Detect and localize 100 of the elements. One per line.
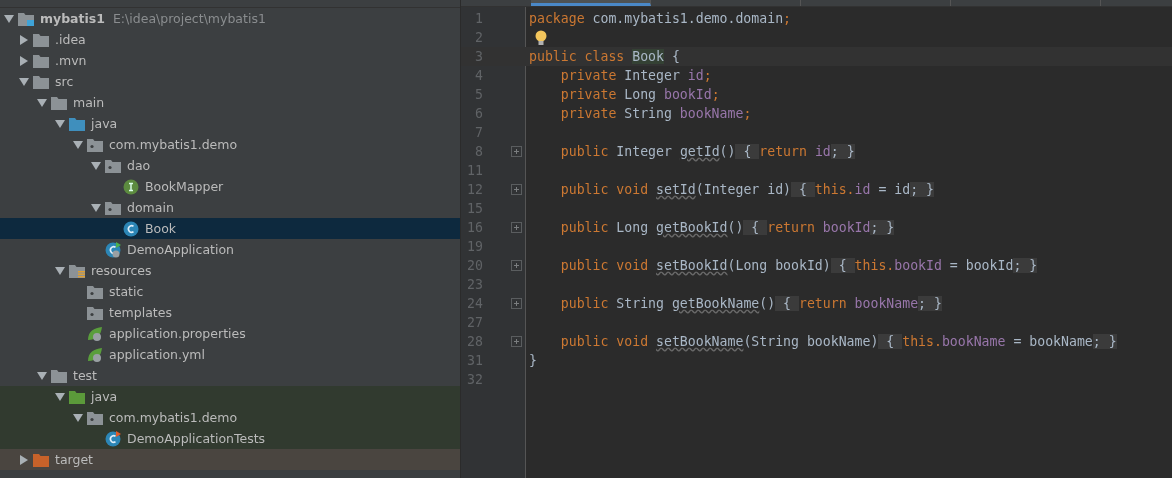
expand-arrow-icon[interactable] [55, 392, 65, 401]
expand-fold-icon[interactable] [510, 260, 522, 271]
code-line: public class Book { [529, 49, 680, 64]
tree-item[interactable]: domain [0, 197, 460, 218]
expand-fold-icon[interactable] [510, 184, 522, 195]
folder-icon [18, 11, 34, 26]
collapse-arrow-icon[interactable] [20, 454, 28, 465]
tree-label: java [91, 389, 118, 404]
collapse-arrow-icon[interactable] [20, 55, 28, 66]
tree-label: resources [91, 263, 152, 278]
package-icon [105, 158, 121, 173]
expand-arrow-icon[interactable] [4, 14, 14, 23]
tree-item[interactable]: main [0, 92, 460, 113]
expand-arrow-icon[interactable] [37, 98, 47, 107]
folder-icon [51, 95, 67, 110]
tree-label: java [91, 116, 118, 131]
folder-icon [33, 53, 49, 68]
tree-label: .mvn [55, 53, 87, 68]
code-line: private Long bookId; [559, 87, 720, 102]
expand-arrow-icon[interactable] [91, 203, 101, 212]
tree-label: dao [127, 158, 151, 173]
tree-label: mybatis1 [40, 11, 105, 26]
expand-fold-icon[interactable] [510, 146, 522, 157]
tree-item[interactable]: .mvn [0, 50, 460, 71]
tree-item[interactable]: java [0, 386, 460, 407]
tree-label: com.mybatis1.demo [109, 137, 238, 152]
tree-label: main [73, 95, 105, 110]
tree-item[interactable]: mybatis1 E:\idea\project\mybatis1 [0, 8, 460, 29]
package-icon [87, 305, 103, 320]
tree-label: templates [109, 305, 172, 320]
tree-label: DemoApplication [127, 242, 234, 257]
tree-label: BookMapper [145, 179, 224, 194]
tree-label: com.mybatis1.demo [109, 410, 238, 425]
class-icon [105, 430, 121, 447]
tree-item[interactable]: static [0, 281, 460, 302]
folder-icon [69, 389, 85, 404]
tree-label: src [55, 74, 74, 89]
tree-item[interactable]: resources [0, 260, 460, 281]
tree-item[interactable]: BookMapper [0, 176, 460, 197]
tree-item[interactable]: application.yml [0, 344, 460, 365]
collapse-arrow-icon[interactable] [20, 34, 28, 45]
tree-item[interactable]: src [0, 71, 460, 92]
code-line: public void setBookName(String bookName) { this.bookName = bookName; } [559, 334, 1117, 349]
package-icon [105, 200, 121, 215]
tree-item[interactable]: DemoApplicationTests [0, 428, 460, 449]
code-line: public Integer getId() { return id; } [559, 144, 855, 159]
expand-arrow-icon[interactable] [55, 119, 65, 128]
spring-leaf-icon [87, 325, 103, 342]
tree-label: application.properties [109, 326, 246, 341]
folder-icon [69, 263, 85, 278]
class-icon [123, 220, 139, 237]
tree-item[interactable]: templates [0, 302, 460, 323]
tree-label: test [73, 368, 97, 383]
tree-label: .idea [55, 32, 86, 47]
code-line: private String bookName; [559, 106, 752, 121]
project-path: E:\idea\project\mybatis1 [112, 11, 266, 26]
tree-label: application.yml [109, 347, 205, 362]
tree-item[interactable]: com.mybatis1.demo [0, 134, 460, 155]
tree-item[interactable]: dao [0, 155, 460, 176]
class-icon [105, 241, 121, 258]
tree-item[interactable]: .idea [0, 29, 460, 50]
tree-label: static [109, 284, 144, 299]
folder-icon [69, 116, 85, 131]
tree-label: DemoApplicationTests [127, 431, 266, 446]
tree-label: domain [127, 200, 174, 215]
code-line: package com.mybatis1.demo.domain; [529, 11, 792, 26]
expand-arrow-icon[interactable] [73, 413, 83, 422]
interface-icon [123, 178, 139, 195]
code-line: public void setId(Integer id) { this.id = id; } [559, 182, 934, 197]
tree-label: Book [145, 221, 177, 236]
expand-fold-icon[interactable] [510, 298, 522, 309]
package-icon [87, 410, 103, 425]
code-line: private Integer id; [559, 68, 712, 83]
folder-icon [33, 32, 49, 47]
code-line: public Long getBookId() { return bookId; } [559, 220, 895, 235]
tree-item[interactable]: target [0, 449, 460, 470]
tree-item[interactable]: DemoApplication [0, 239, 460, 260]
expand-fold-icon[interactable] [510, 222, 522, 233]
folder-icon [33, 74, 49, 89]
expand-arrow-icon[interactable] [73, 140, 83, 149]
tree-item[interactable]: application.properties [0, 323, 460, 344]
expand-fold-icon[interactable] [510, 336, 522, 347]
tree-item[interactable]: Book [0, 218, 460, 239]
expand-arrow-icon[interactable] [37, 371, 47, 380]
code-line: public void setBookId(Long bookId) { this.bookId = bookId; } [559, 258, 1038, 273]
code-line: public String getBookName() { return bookName; } [559, 296, 942, 311]
tree-label: target [55, 452, 93, 467]
folder-icon [51, 368, 67, 383]
package-icon [87, 137, 103, 152]
expand-arrow-icon[interactable] [91, 161, 101, 170]
expand-arrow-icon[interactable] [19, 77, 29, 86]
lightbulb-icon[interactable] [535, 29, 547, 46]
package-icon [87, 284, 103, 299]
tree-item[interactable]: com.mybatis1.demo [0, 407, 460, 428]
folder-icon [33, 452, 49, 467]
spring-leaf-icon [87, 346, 103, 363]
tree-item[interactable]: java [0, 113, 460, 134]
tree-item[interactable]: test [0, 365, 460, 386]
expand-arrow-icon[interactable] [55, 266, 65, 275]
code-line: } [529, 353, 537, 368]
